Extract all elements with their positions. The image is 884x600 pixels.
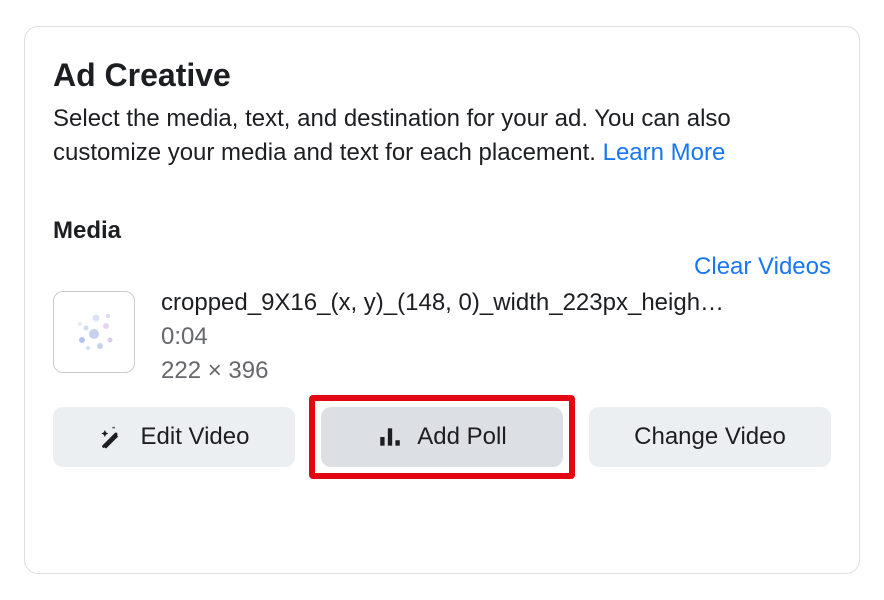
video-dimensions: 222 × 396 [161, 357, 831, 385]
edit-video-label: Edit Video [141, 423, 250, 451]
change-video-label: Change Video [634, 423, 786, 451]
edit-video-button[interactable]: Edit Video [53, 407, 295, 467]
video-duration: 0:04 [161, 323, 831, 351]
ad-creative-card: Ad Creative Select the media, text, and … [24, 26, 860, 574]
video-filename: cropped_9X16_(x, y)_(148, 0)_width_223px… [161, 289, 831, 317]
media-button-row: Edit Video Add Poll Change Video [53, 407, 831, 467]
magic-wand-icon [99, 423, 127, 451]
bar-chart-icon [377, 424, 403, 450]
video-thumbnail[interactable] [53, 291, 135, 373]
change-video-button[interactable]: Change Video [589, 407, 831, 467]
learn-more-link[interactable]: Learn More [603, 139, 726, 166]
edit-video-slot: Edit Video [53, 407, 295, 467]
add-poll-label: Add Poll [417, 423, 506, 451]
clear-videos-link[interactable]: Clear Videos [694, 253, 831, 281]
thumbnail-image-icon [66, 304, 122, 360]
add-poll-button[interactable]: Add Poll [321, 407, 563, 467]
media-item-row: cropped_9X16_(x, y)_(148, 0)_width_223px… [53, 291, 831, 385]
media-label: Media [53, 217, 831, 245]
section-title: Ad Creative [53, 57, 831, 94]
add-poll-highlight: Add Poll [309, 395, 575, 479]
media-actions-row: Clear Videos [53, 253, 831, 281]
section-description: Select the media, text, and destination … [53, 102, 831, 169]
video-metadata: cropped_9X16_(x, y)_(148, 0)_width_223px… [161, 291, 831, 385]
change-video-slot: Change Video [589, 407, 831, 467]
